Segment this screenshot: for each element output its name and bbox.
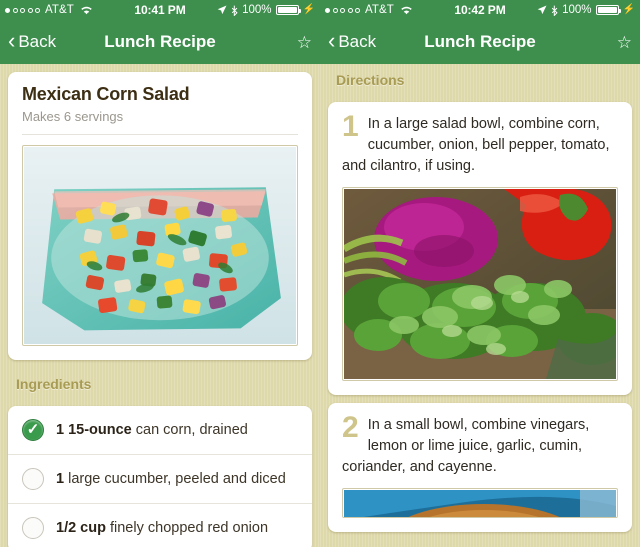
chevron-left-icon: ‹ bbox=[328, 28, 336, 53]
signal-strength-dots bbox=[325, 7, 360, 13]
signal-dot-1 bbox=[325, 7, 330, 13]
step-photo-frame bbox=[342, 488, 618, 518]
ingredient-row-3[interactable]: 1/2 cup finely chopped red onion bbox=[8, 504, 312, 547]
battery-percent-label: 100% bbox=[562, 4, 592, 16]
ingredients-card: 1 15-ounce can corn, drained 1 large cuc… bbox=[8, 406, 312, 547]
signal-dot-4 bbox=[27, 7, 33, 13]
battery-icon bbox=[595, 5, 621, 15]
left-phone-screen: AT&T 10:41 PM 100% ⚡ ‹ Back Lunch Recipe… bbox=[0, 0, 320, 547]
signal-dot-5 bbox=[35, 7, 40, 13]
wifi-icon bbox=[401, 6, 412, 15]
ingredients-section-label: Ingredients bbox=[16, 376, 92, 393]
right-phone-screen: AT&T 10:42 PM 100% ⚡ ‹ Back Lunch Recipe… bbox=[320, 0, 640, 547]
step-number: 2 bbox=[342, 411, 359, 444]
back-button-label: Back bbox=[18, 32, 57, 51]
step-text: In a large salad bowl, combine corn, cuc… bbox=[342, 116, 610, 174]
carrier-label: AT&T bbox=[45, 4, 74, 16]
star-outline-icon[interactable]: ☆ bbox=[297, 34, 312, 51]
directions-section-label: Directions bbox=[336, 72, 405, 88]
status-bar-right: 100% ⚡ bbox=[537, 4, 635, 16]
ingredient-quantity: 1 15-ounce bbox=[56, 422, 132, 439]
charging-bolt-icon: ⚡ bbox=[302, 4, 315, 15]
checkbox-unchecked-icon[interactable] bbox=[22, 517, 44, 540]
chevron-left-icon: ‹ bbox=[8, 28, 16, 53]
step-body: 2 In a small bowl, combine vinegars, lem… bbox=[342, 411, 618, 478]
signal-dot-2 bbox=[12, 7, 18, 13]
ingredient-quantity: 1 bbox=[56, 471, 65, 488]
signal-dot-3 bbox=[340, 7, 345, 13]
checkbox-unchecked-icon[interactable] bbox=[22, 468, 44, 491]
wifi-icon bbox=[81, 6, 92, 15]
navigation-bar: ‹ Back Lunch Recipe ☆ bbox=[0, 20, 320, 64]
ingredient-description: finely chopped red onion bbox=[105, 520, 269, 537]
ingredient-row-2[interactable]: 1 large cucumber, peeled and diced bbox=[8, 455, 312, 505]
status-bar: AT&T 10:42 PM 100% ⚡ bbox=[320, 0, 640, 20]
battery-percent-label: 100% bbox=[242, 4, 272, 16]
bluetooth-icon bbox=[551, 5, 558, 16]
status-bar-right: 100% ⚡ bbox=[217, 4, 315, 16]
direction-step-card-2: 2 In a small bowl, combine vinegars, lem… bbox=[328, 403, 632, 532]
back-button-label: Back bbox=[338, 32, 377, 51]
cilantro-photo bbox=[344, 189, 616, 379]
ingredient-label: 1 15-ounce can corn, drained bbox=[56, 422, 248, 438]
back-button[interactable]: ‹ Back bbox=[328, 28, 377, 53]
divider bbox=[22, 134, 298, 135]
navigation-bar: ‹ Back Lunch Recipe ☆ bbox=[320, 20, 640, 64]
ingredient-row-1[interactable]: 1 15-ounce can corn, drained bbox=[8, 406, 312, 456]
recipe-servings: Makes 6 servings bbox=[22, 109, 124, 124]
direction-step-card-1: 1 In a large salad bowl, combine corn, c… bbox=[328, 102, 632, 395]
right-content-scroll[interactable]: Directions 1 In a large salad bowl, comb… bbox=[320, 64, 640, 547]
status-bar-left: AT&T bbox=[5, 4, 93, 16]
battery-icon bbox=[275, 5, 301, 15]
recipe-photo-frame bbox=[22, 145, 298, 347]
recipe-title: Mexican Corn Salad bbox=[22, 84, 190, 104]
ingredient-description: can corn, drained bbox=[131, 422, 248, 439]
location-arrow-icon bbox=[537, 5, 547, 15]
ingredient-label: 1/2 cup finely chopped red onion bbox=[56, 520, 268, 536]
ingredient-label: 1 large cucumber, peeled and diced bbox=[56, 471, 286, 487]
spice-bowl-photo bbox=[344, 490, 616, 517]
signal-strength-dots bbox=[5, 7, 40, 13]
signal-dot-1 bbox=[5, 7, 10, 13]
recipe-header-card: Mexican Corn Salad Makes 6 servings bbox=[8, 72, 312, 361]
signal-dot-5 bbox=[355, 7, 360, 13]
step-body: 1 In a large salad bowl, combine corn, c… bbox=[342, 110, 618, 177]
dual-screenshot-container: AT&T 10:41 PM 100% ⚡ ‹ Back Lunch Recipe… bbox=[0, 0, 640, 547]
step-number: 1 bbox=[342, 110, 359, 143]
signal-dot-3 bbox=[20, 7, 25, 13]
status-bar-left: AT&T bbox=[325, 4, 413, 16]
back-button[interactable]: ‹ Back bbox=[8, 28, 57, 53]
bluetooth-icon bbox=[231, 5, 238, 16]
step-photo-frame bbox=[342, 187, 618, 381]
carrier-label: AT&T bbox=[365, 4, 394, 16]
location-arrow-icon bbox=[217, 5, 227, 15]
signal-dot-4 bbox=[347, 7, 353, 13]
checkbox-checked-icon[interactable] bbox=[22, 419, 44, 442]
ingredient-quantity: 1/2 cup bbox=[56, 520, 106, 537]
signal-dot-2 bbox=[332, 7, 338, 13]
star-outline-icon[interactable]: ☆ bbox=[617, 34, 632, 51]
step-text: In a small bowl, combine vinegars, lemon… bbox=[342, 417, 590, 475]
left-content-scroll[interactable]: Mexican Corn Salad Makes 6 servings Ingr… bbox=[0, 64, 320, 547]
corn-salad-photo bbox=[24, 147, 296, 345]
status-bar: AT&T 10:41 PM 100% ⚡ bbox=[0, 0, 320, 20]
charging-bolt-icon: ⚡ bbox=[622, 4, 635, 15]
ingredient-description: large cucumber, peeled and diced bbox=[64, 471, 286, 488]
